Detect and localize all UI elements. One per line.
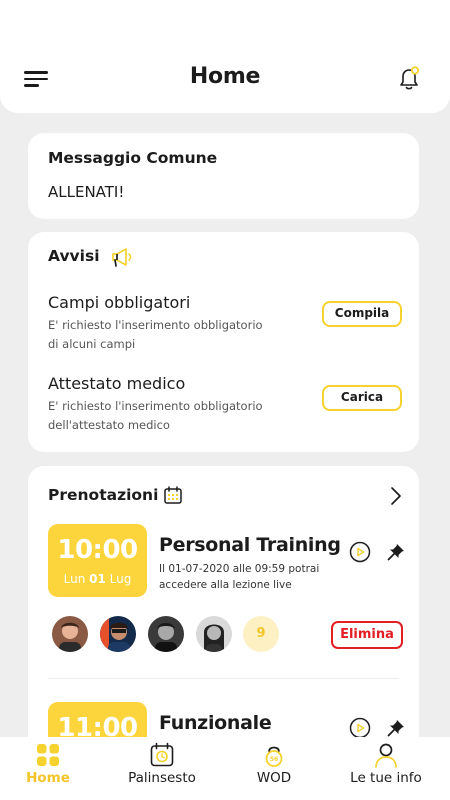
nav-home[interactable]: Home xyxy=(0,737,96,800)
booking-subtitle: Il 01-07-2020 alle 09:59 potrai accedere… xyxy=(159,563,320,591)
bookings-title[interactable]: Prenotazioni xyxy=(48,486,158,504)
notice-title: Attestato medico xyxy=(48,374,186,393)
megaphone-icon xyxy=(110,246,134,268)
nav-label: WOD xyxy=(256,770,292,786)
page-title: Home xyxy=(189,64,261,89)
participants-count-badge: 9 xyxy=(243,616,279,652)
calendar-icon xyxy=(163,485,183,505)
booking-date: Lun 01 Lug xyxy=(63,572,132,586)
nav-label: Palinsesto xyxy=(128,770,196,786)
user-icon xyxy=(373,742,399,768)
nav-user-info[interactable]: Le tue info xyxy=(340,737,432,800)
chevron-right-icon[interactable] xyxy=(388,486,404,506)
app-header: Home xyxy=(0,0,450,113)
notice-description: E' richiesto l'inserimento obbligatorio … xyxy=(48,318,263,351)
avatar xyxy=(196,616,232,652)
nav-label: Home xyxy=(26,770,70,786)
bottom-nav: Home Palinsesto 56 WOD Le tue info xyxy=(0,737,450,800)
nav-palinsesto[interactable]: Palinsesto xyxy=(112,737,212,800)
grid-icon xyxy=(35,742,61,768)
pin-icon[interactable] xyxy=(386,718,406,738)
message-body: ALLENATI! xyxy=(48,183,125,201)
booking-time: 10:00 xyxy=(57,535,138,565)
calendar-clock-icon xyxy=(149,742,175,768)
message-title: Messaggio Comune xyxy=(48,149,218,167)
message-card: Messaggio Comune ALLENATI! xyxy=(28,133,419,219)
bell-icon[interactable] xyxy=(394,64,424,94)
svg-text:56: 56 xyxy=(270,756,278,763)
nav-label: Le tue info xyxy=(350,770,422,786)
divider xyxy=(48,678,399,679)
compila-button[interactable]: Compila xyxy=(322,301,402,327)
notices-title: Avvisi xyxy=(48,247,100,265)
booking-title: Funzionale xyxy=(159,712,272,734)
avatar xyxy=(148,616,184,652)
notice-description: E' richiesto l'inserimento obbligatorio … xyxy=(48,399,263,432)
notices-card: Avvisi Campi obbligatori E' richiesto l'… xyxy=(28,232,419,452)
kettlebell-icon: 56 xyxy=(261,742,287,768)
pin-icon[interactable] xyxy=(386,542,406,562)
carica-button[interactable]: Carica xyxy=(322,385,402,411)
avatar xyxy=(52,616,88,652)
nav-wod[interactable]: 56 WOD xyxy=(230,737,318,800)
delete-booking-button[interactable]: Elimina xyxy=(331,621,403,649)
bookings-card: Prenotazioni 10:00 Lun 01 Lug Personal T… xyxy=(28,466,419,766)
booking-title: Personal Training xyxy=(159,534,341,556)
notice-title: Campi obbligatori xyxy=(48,293,191,312)
booking-time-box[interactable]: 10:00 Lun 01 Lug xyxy=(48,524,147,597)
play-icon[interactable] xyxy=(348,540,372,564)
avatar xyxy=(100,616,136,652)
